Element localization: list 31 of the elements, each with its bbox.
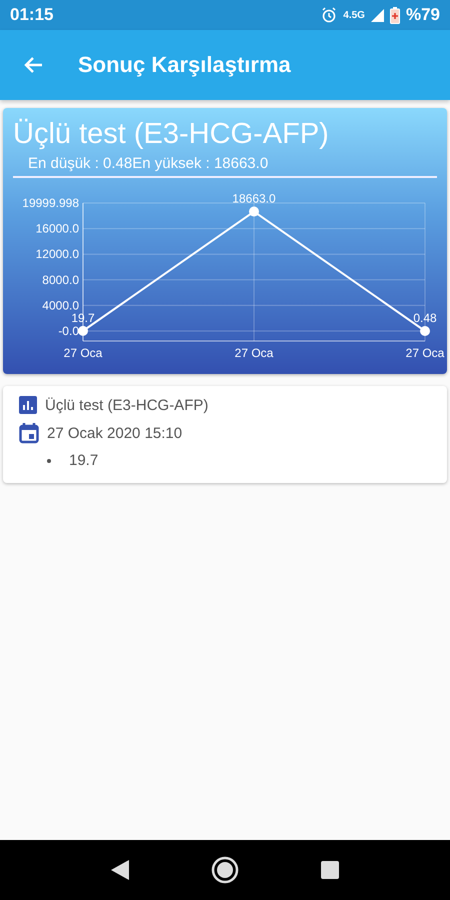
y-tick-label: 16000.0 (36, 222, 79, 236)
battery-icon (390, 6, 400, 24)
chart-title: Üçlü test (E3-HCG-AFP) (12, 117, 330, 151)
data-point (78, 326, 88, 336)
signal-icon (370, 8, 384, 22)
clock: 01:15 (10, 5, 54, 25)
y-tick-label: -0.0 (58, 324, 79, 338)
calendar-icon (19, 422, 39, 444)
alarm-icon (321, 7, 338, 23)
test-name: Üçlü test (E3-HCG-AFP) (45, 396, 208, 414)
page-title: Sonuç Karşılaştırma (78, 52, 291, 78)
data-label: 18663.0 (232, 192, 276, 206)
y-tick-label: 12000.0 (36, 247, 79, 262)
x-tick-label: 27 Oca (64, 346, 102, 360)
data-label: 0.48 (413, 311, 437, 325)
bar-chart-icon (19, 396, 37, 414)
chart-summary: En düşük : 0.48En yüksek : 18663.0 (13, 151, 437, 178)
data-point (420, 326, 430, 336)
y-tick-label: 19999.998 (22, 196, 79, 210)
x-tick-label: 27 Oca (406, 346, 444, 360)
home-icon[interactable] (211, 856, 239, 884)
x-tick-label: 27 Oca (234, 346, 274, 360)
y-tick-label: 4000.0 (42, 298, 79, 312)
battery-level: %79 (406, 5, 440, 25)
y-tick-label: 8000.0 (42, 272, 79, 287)
bullet-icon (47, 458, 51, 462)
network-type: 4.5G (343, 10, 365, 20)
data-point (249, 206, 259, 217)
back-icon[interactable] (111, 860, 129, 880)
result-value: 19.7 (69, 452, 98, 469)
result-date: 27 Ocak 2020 15:10 (47, 424, 182, 442)
